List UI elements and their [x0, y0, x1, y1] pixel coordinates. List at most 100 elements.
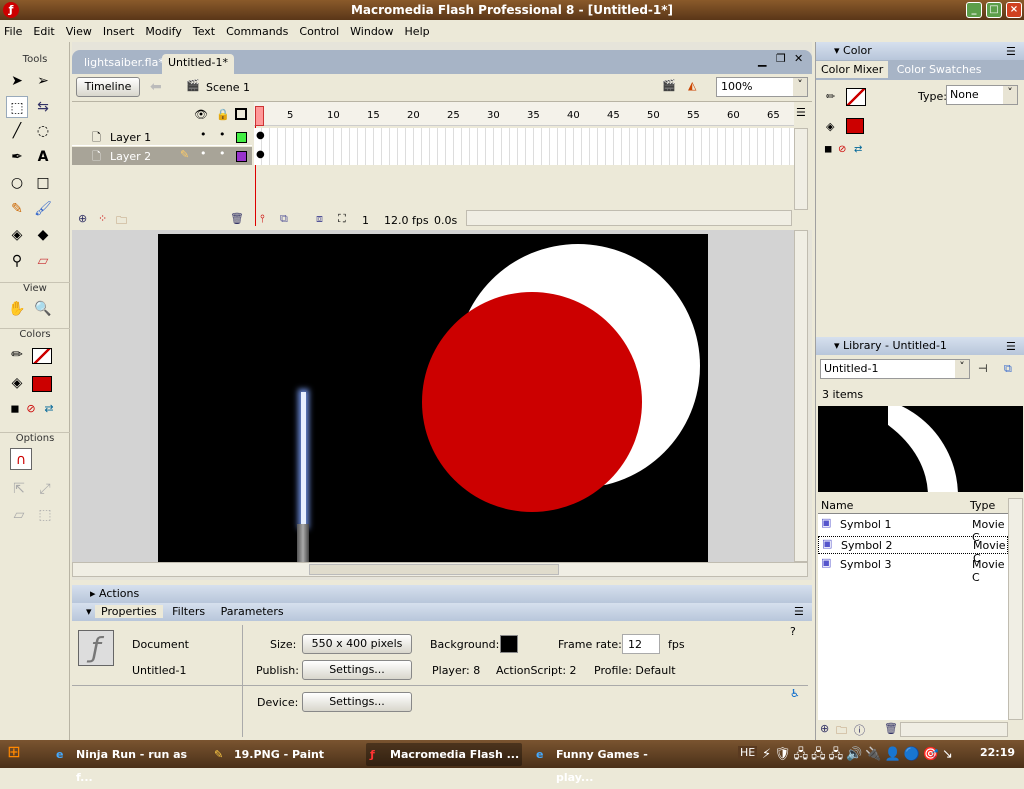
- menu-text[interactable]: Text: [193, 25, 215, 38]
- mixer-stroke-swatch[interactable]: [846, 88, 866, 106]
- maximize-button[interactable]: □: [986, 2, 1002, 18]
- stage-vertical-scrollbar[interactable]: [794, 230, 808, 562]
- doc-restore-icon[interactable]: ❐: [776, 52, 786, 65]
- playhead[interactable]: [255, 106, 264, 126]
- layer-row-2[interactable]: 🗋 Layer 2 ✎ • •: [72, 147, 252, 165]
- lock-dot[interactable]: •: [219, 147, 226, 160]
- flash-app-icon[interactable]: ƒ: [3, 2, 19, 18]
- layer-row-1[interactable]: 🗋 Layer 1 • •: [72, 128, 252, 146]
- tab-untitled-1[interactable]: Untitled-1*: [162, 54, 234, 74]
- insert-layer-icon[interactable]: ⊕: [78, 212, 87, 225]
- device-settings-button[interactable]: Settings...: [302, 692, 412, 712]
- library-item[interactable]: ▣ Symbol 1 Movie C: [818, 516, 1008, 544]
- color-panel-header[interactable]: ▾ Color: [816, 42, 1024, 60]
- menu-view[interactable]: View: [66, 25, 92, 38]
- visibility-dot[interactable]: •: [200, 128, 207, 141]
- tab-color-mixer[interactable]: Color Mixer: [816, 61, 889, 78]
- ink-bottle-tool-icon[interactable]: ◈: [6, 224, 28, 246]
- zoom-tool-icon[interactable]: 🔍: [32, 298, 54, 320]
- minimize-button[interactable]: _: [966, 2, 982, 18]
- swap-colors-icon[interactable]: ⇄: [854, 144, 862, 155]
- mixer-fill-swatch[interactable]: [846, 118, 864, 134]
- help-icon[interactable]: ?: [790, 625, 796, 638]
- lasso-tool-icon[interactable]: ◌: [32, 120, 54, 142]
- timeline-menu-icon[interactable]: ☰: [796, 106, 806, 119]
- snap-magnet-icon[interactable]: ∩: [10, 448, 32, 470]
- library-item[interactable]: ▣ Symbol 3 Movie C: [818, 556, 1008, 584]
- menu-insert[interactable]: Insert: [103, 25, 135, 38]
- tab-parameters[interactable]: Parameters: [215, 605, 290, 618]
- frame-ruler[interactable]: 15101520253035404550556065: [254, 102, 794, 126]
- fill-type-select[interactable]: None ˅: [946, 85, 1018, 105]
- subselection-tool-icon[interactable]: ➢: [32, 70, 54, 92]
- pencil-tool-icon[interactable]: ✎: [6, 198, 28, 220]
- menu-modify[interactable]: Modify: [145, 25, 181, 38]
- library-menu-icon[interactable]: ☰: [1006, 340, 1016, 353]
- timeline-vertical-scrollbar[interactable]: [794, 128, 808, 210]
- menu-file[interactable]: File: [4, 25, 22, 38]
- library-panel-header[interactable]: ▾ Library - Untitled-1: [816, 337, 1024, 355]
- oval-tool-icon[interactable]: ○: [6, 172, 28, 194]
- properties-icon[interactable]: ⓘ: [854, 722, 865, 738]
- tab-color-swatches[interactable]: Color Swatches: [892, 61, 987, 78]
- library-vertical-scrollbar[interactable]: [1008, 498, 1023, 720]
- stroke-color-swatch[interactable]: [32, 348, 52, 364]
- paint-bucket-tool-icon[interactable]: ◆: [32, 224, 54, 246]
- keyframe-layer-1[interactable]: ●: [256, 130, 265, 141]
- background-color-swatch[interactable]: [500, 635, 518, 653]
- brush-tool-icon[interactable]: 🖌: [32, 198, 54, 220]
- start-button-windows-icon[interactable]: ⊞: [0, 742, 28, 766]
- eye-icon[interactable]: 👁: [194, 108, 208, 121]
- edit-symbols-icon[interactable]: ◭: [688, 79, 696, 92]
- eyedropper-tool-icon[interactable]: ⚲: [6, 250, 28, 272]
- edit-scene-icon[interactable]: 🎬: [662, 79, 676, 92]
- hand-tool-icon[interactable]: ✋: [6, 298, 28, 320]
- color-panel-menu-icon[interactable]: ☰: [1006, 45, 1016, 58]
- scroll-thumb[interactable]: [309, 564, 559, 575]
- doc-close-icon[interactable]: ✕: [794, 52, 803, 65]
- eraser-tool-icon[interactable]: ▱: [32, 250, 54, 272]
- tab-filters[interactable]: Filters: [166, 605, 211, 618]
- layer-outline-color[interactable]: [236, 132, 247, 143]
- rectangle-tool-icon[interactable]: □: [32, 172, 54, 194]
- menu-control[interactable]: Control: [299, 25, 339, 38]
- menu-window[interactable]: Window: [350, 25, 393, 38]
- task-funny-games[interactable]: e Funny Games - play...: [532, 743, 682, 784]
- publish-settings-button[interactable]: Settings...: [302, 660, 412, 680]
- back-arrow-icon[interactable]: ⬅: [150, 79, 162, 95]
- fill-color-swatch[interactable]: [32, 376, 52, 392]
- doc-minimize-icon[interactable]: ▁: [758, 54, 766, 67]
- onion-skin-icon[interactable]: ⧉: [280, 212, 288, 226]
- black-white-icon[interactable]: ◼: [824, 144, 832, 155]
- swap-colors-icon[interactable]: ⇄: [38, 398, 60, 420]
- close-button[interactable]: ×: [1006, 2, 1022, 18]
- gradient-transform-tool-icon[interactable]: ⇆: [32, 96, 54, 118]
- frames-horizontal-scrollbar[interactable]: [466, 210, 792, 226]
- line-tool-icon[interactable]: ╱: [6, 120, 28, 142]
- new-folder-icon[interactable]: 🗀: [836, 722, 847, 741]
- task-flash[interactable]: ƒ Macromedia Flash ...: [366, 743, 522, 766]
- library-horizontal-scrollbar[interactable]: [900, 722, 1008, 737]
- column-name[interactable]: Name: [821, 499, 853, 512]
- frames-grid[interactable]: [254, 128, 794, 165]
- new-symbol-icon[interactable]: ⊕: [820, 722, 829, 735]
- tab-properties[interactable]: Properties: [95, 605, 163, 618]
- timeline-toggle-button[interactable]: Timeline: [76, 77, 140, 97]
- actions-panel-header[interactable]: ▸ Actions: [72, 585, 812, 603]
- panel-menu-icon[interactable]: ☰: [794, 605, 804, 618]
- column-type[interactable]: Type: [970, 499, 995, 512]
- delete-layer-icon[interactable]: 🗑: [230, 212, 244, 225]
- insert-folder-icon[interactable]: 🗀: [116, 212, 127, 231]
- lock-dot[interactable]: •: [219, 128, 226, 141]
- pen-tool-icon[interactable]: ✒: [6, 146, 28, 168]
- task-ninja-run[interactable]: e Ninja Run - run as f...: [52, 743, 192, 784]
- edit-multiple-frames-icon[interactable]: ⛶: [338, 212, 346, 226]
- selection-tool-icon[interactable]: ➤: [6, 70, 28, 92]
- delete-icon[interactable]: 🗑: [884, 722, 898, 735]
- document-size-button[interactable]: 550 x 400 pixels: [302, 634, 412, 654]
- frame-rate-input[interactable]: 12: [622, 634, 660, 654]
- menu-commands[interactable]: Commands: [226, 25, 288, 38]
- new-library-panel-icon[interactable]: ⧉: [1004, 362, 1012, 376]
- center-frame-icon[interactable]: ⫯: [260, 212, 265, 226]
- stage[interactable]: [158, 234, 708, 562]
